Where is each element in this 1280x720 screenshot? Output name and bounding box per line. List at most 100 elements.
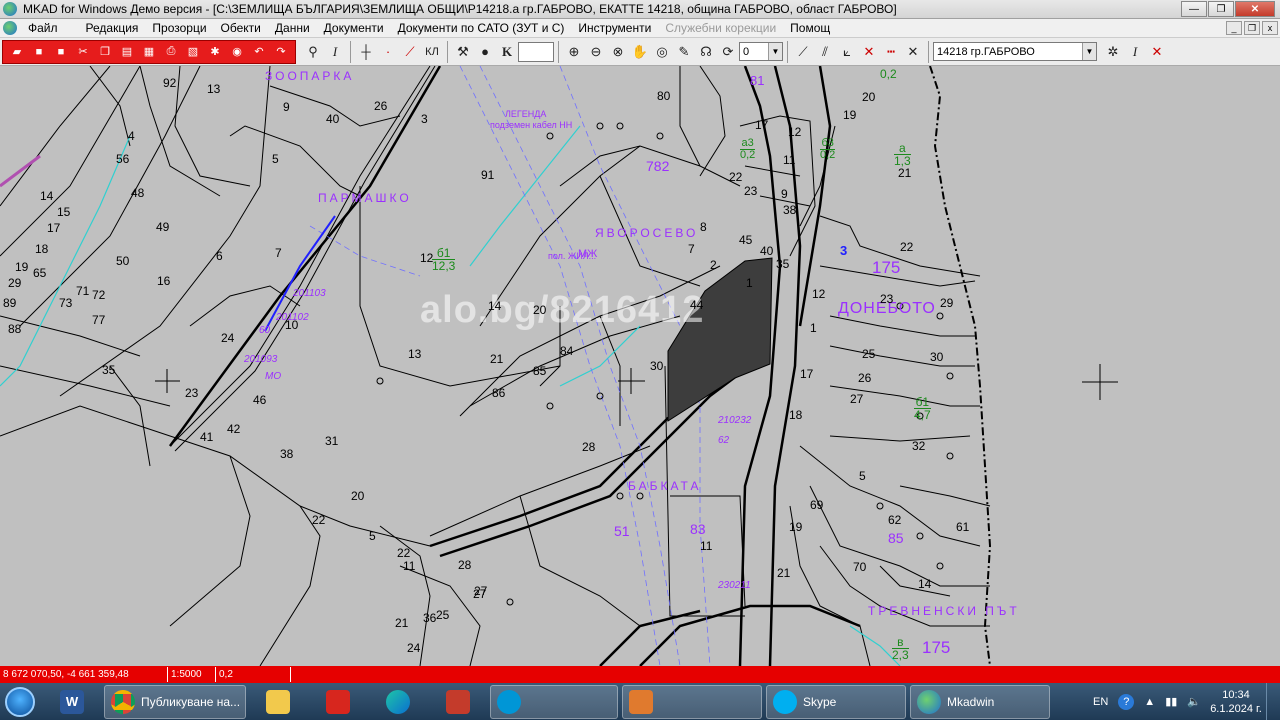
fraction-label: а3 0,2 bbox=[740, 138, 756, 161]
parallel-line-icon[interactable]: ⫽ bbox=[815, 42, 835, 62]
parcel-number: 42 bbox=[227, 422, 241, 436]
italic-tool-icon[interactable]: I bbox=[1125, 42, 1145, 62]
menu-windows[interactable]: Прозорци bbox=[145, 21, 213, 35]
menu-help[interactable]: Помощ bbox=[783, 21, 837, 35]
menu-objects[interactable]: Обекти bbox=[214, 21, 268, 35]
layer-select[interactable]: 0 ▼ bbox=[739, 42, 783, 61]
parcel-number: 80 bbox=[657, 89, 671, 103]
show-desktop-button[interactable] bbox=[1266, 683, 1280, 720]
start-button[interactable] bbox=[0, 684, 40, 720]
menu-edit[interactable]: Редакция bbox=[79, 21, 146, 35]
open-folder-icon[interactable]: ▰ bbox=[8, 43, 26, 61]
parcel-number: 23 bbox=[185, 386, 199, 400]
zoom-window-icon[interactable]: ⊗ bbox=[608, 42, 628, 62]
print-icon[interactable]: ⎙ bbox=[162, 43, 180, 61]
taskbar-skype[interactable]: Skype bbox=[766, 684, 906, 719]
taskbar-edge[interactable] bbox=[370, 685, 426, 719]
toolbar-separator bbox=[787, 40, 788, 63]
binoculars-icon[interactable]: ⚲ bbox=[303, 42, 323, 62]
menu-data[interactable]: Данни bbox=[268, 21, 317, 35]
save-icon[interactable]: ■ bbox=[30, 43, 48, 61]
dash-line-icon[interactable]: ┅ bbox=[881, 42, 901, 62]
taskbar-word[interactable]: W bbox=[44, 685, 100, 719]
properties-icon[interactable]: ▦ bbox=[140, 43, 158, 61]
k-tool[interactable]: K bbox=[497, 42, 517, 62]
menu-tools[interactable]: Инструменти bbox=[571, 21, 658, 35]
fraction-denominator: 0,2 bbox=[820, 149, 836, 161]
window-title: MKAD for Windows Демо версия - [C:\ЗЕМЛИ… bbox=[23, 2, 897, 16]
menu-sato-documents[interactable]: Документи по САТО (ЗУТ и С) bbox=[391, 21, 572, 35]
watermark: alo.bg/8216412 bbox=[420, 289, 705, 331]
settings-gear-icon[interactable]: ✲ bbox=[1103, 42, 1123, 62]
taskbar-explorer[interactable] bbox=[250, 685, 306, 719]
save-as-icon[interactable]: ■ bbox=[52, 43, 70, 61]
parcel-number: 62 bbox=[888, 513, 902, 527]
lasso-icon[interactable]: ☊ bbox=[696, 42, 716, 62]
remote-desktop-icon bbox=[629, 689, 653, 714]
copy-icon[interactable]: ❐ bbox=[96, 43, 114, 61]
point-tool-icon[interactable]: · bbox=[378, 42, 398, 62]
line-tool-icon[interactable]: ⟋ bbox=[400, 42, 420, 62]
maximize-button[interactable]: ❐ bbox=[1208, 1, 1234, 17]
taskbar-acrobat[interactable] bbox=[310, 685, 366, 719]
status-bar: 8 672 070,50, -4 661 359,48 1:5000 0,2 bbox=[0, 666, 1280, 683]
fraction-denominator: 2,3 bbox=[892, 648, 909, 662]
cancel-icon[interactable]: ✕ bbox=[903, 42, 923, 62]
mkad-window-label: Mkadwin bbox=[947, 694, 995, 709]
dot-tool-icon[interactable]: ● bbox=[475, 42, 495, 62]
delete-icon[interactable]: ✕ bbox=[859, 42, 879, 62]
map-canvas[interactable]: ЗООПАРКА ПАРМАШКО ЯВОРОСЕВО ДОНЕБОТО БАБ… bbox=[0, 66, 1280, 666]
line-draw-icon[interactable]: ⟋ bbox=[793, 42, 813, 62]
locality-label: ЯВОРОСЕВО bbox=[595, 226, 699, 240]
parcel-number: 32 bbox=[912, 439, 926, 453]
settings-icon[interactable]: ✱ bbox=[206, 43, 224, 61]
locality-label: ЗООПАРКА bbox=[265, 69, 355, 83]
parcel-number: 12 bbox=[788, 125, 802, 139]
show-hidden-icons-icon[interactable]: ▲ bbox=[1144, 696, 1155, 708]
taskbar-mkad[interactable]: Mkadwin bbox=[910, 684, 1050, 719]
minimize-button[interactable]: — bbox=[1181, 1, 1207, 17]
taskbar-chrome[interactable]: Публикуване на... bbox=[104, 684, 246, 719]
draw-pen-icon[interactable]: ✎ bbox=[674, 42, 694, 62]
crosshair-tool-icon[interactable]: ┼ bbox=[356, 42, 376, 62]
help-icon[interactable]: ? bbox=[1118, 693, 1135, 710]
k-value-field[interactable] bbox=[518, 41, 554, 62]
network-icon[interactable]: ▮▮ bbox=[1165, 695, 1177, 708]
zoom-in-icon[interactable]: ⊕ bbox=[564, 42, 584, 62]
parcel-number: 40 bbox=[760, 244, 774, 258]
volume-icon[interactable]: 🔈 bbox=[1187, 695, 1201, 708]
mdi-minimize-button[interactable]: _ bbox=[1226, 21, 1242, 35]
parcel-number: 4 bbox=[128, 129, 135, 143]
parcel-number: 5 bbox=[272, 152, 279, 166]
close-x-icon[interactable]: ✕ bbox=[1147, 42, 1167, 62]
close-button[interactable]: ✕ bbox=[1235, 1, 1275, 17]
document-globe-icon bbox=[3, 21, 17, 35]
menu-documents[interactable]: Документи bbox=[317, 21, 391, 35]
text-tool-icon[interactable]: I bbox=[325, 42, 345, 62]
taskbar-remote[interactable] bbox=[622, 684, 762, 719]
measure-tool-icon[interactable]: ⚒ bbox=[453, 42, 473, 62]
redo-icon[interactable]: ↷ bbox=[272, 43, 290, 61]
delete-vertex-icon[interactable]: ⟀ bbox=[837, 42, 857, 62]
cut-icon[interactable]: ✂ bbox=[74, 43, 92, 61]
zoom-all-icon[interactable]: ◎ bbox=[652, 42, 672, 62]
layers-icon[interactable]: ◉ bbox=[228, 43, 246, 61]
undo-icon[interactable]: ↶ bbox=[250, 43, 268, 61]
refresh-icon[interactable]: ⟳ bbox=[718, 42, 738, 62]
clock[interactable]: 10:34 6.1.2024 г. bbox=[1206, 688, 1266, 716]
settlement-select[interactable]: 14218 гр.ГАБРОВО ▼ bbox=[933, 42, 1097, 61]
print-preview-icon[interactable]: ▧ bbox=[184, 43, 202, 61]
mdi-close-button[interactable]: x bbox=[1262, 21, 1278, 35]
language-indicator[interactable]: EN bbox=[1093, 696, 1108, 708]
pan-hand-icon[interactable]: ✋ bbox=[630, 42, 650, 62]
taskbar-app[interactable] bbox=[430, 685, 486, 719]
system-tray: EN ? ▲ ▮▮ 🔈 10:34 6.1.2024 г. bbox=[1088, 683, 1280, 720]
menu-file[interactable]: Файл bbox=[21, 21, 65, 35]
kl-tool[interactable]: КЛ bbox=[422, 42, 442, 62]
parcel-number: 24 bbox=[221, 331, 235, 345]
taskbar-hp[interactable] bbox=[490, 684, 618, 719]
paste-icon[interactable]: ▤ bbox=[118, 43, 136, 61]
zoom-out-icon[interactable]: ⊖ bbox=[586, 42, 606, 62]
mdi-restore-button[interactable]: ❐ bbox=[1244, 21, 1260, 35]
status-coordinates: 8 672 070,50, -4 661 359,48 bbox=[0, 667, 168, 682]
